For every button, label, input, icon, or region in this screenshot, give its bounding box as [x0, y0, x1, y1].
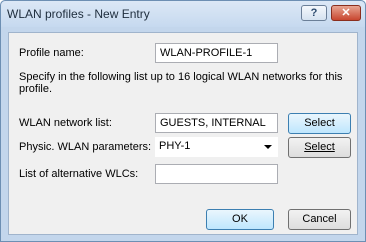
cancel-button[interactable]: Cancel — [288, 209, 351, 230]
phy-parameters-value: PHY-1 — [159, 140, 191, 152]
close-button[interactable]: ✕ — [331, 5, 361, 21]
ok-button[interactable]: OK — [206, 209, 274, 230]
profile-name-label: Profile name: — [19, 47, 84, 59]
dialog-body: Profile name: WLAN-PROFILE-1 Specify in … — [8, 32, 358, 235]
phy-parameters-label: Physic. WLAN parameters: — [19, 141, 152, 153]
help-button[interactable]: ? — [301, 5, 327, 21]
chevron-down-icon — [264, 145, 272, 149]
phy-parameters-dropdown[interactable]: PHY-1 — [155, 137, 278, 157]
title-bar[interactable]: WLAN profiles - New Entry ? ✕ — [1, 1, 365, 27]
dialog-window: WLAN profiles - New Entry ? ✕ Profile na… — [0, 0, 366, 242]
select-phy-label: Select — [304, 141, 335, 153]
select-phy-button[interactable]: Select — [288, 137, 351, 158]
alt-wlc-input[interactable] — [155, 164, 278, 184]
window-title: WLAN profiles - New Entry — [7, 7, 150, 21]
network-list-input[interactable]: GUESTS, INTERNAL — [155, 113, 278, 133]
network-list-label: WLAN network list: — [19, 117, 112, 129]
alt-wlc-label: List of alternative WLCs: — [19, 168, 139, 180]
description-text: Specify in the following list up to 16 l… — [19, 71, 343, 95]
profile-name-input[interactable]: WLAN-PROFILE-1 — [155, 43, 278, 63]
select-network-button[interactable]: Select — [288, 113, 351, 134]
